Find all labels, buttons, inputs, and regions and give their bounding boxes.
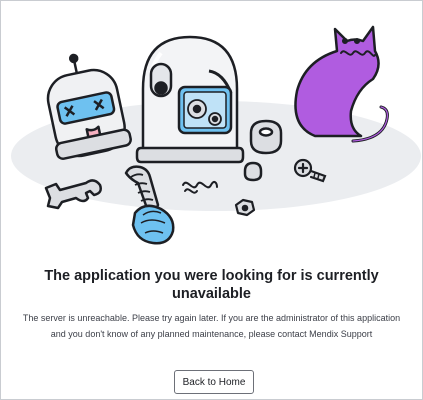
washer-icon <box>249 119 283 155</box>
error-page: The application you were looking for is … <box>0 0 423 400</box>
robot-body-icon <box>135 35 245 164</box>
back-to-home-button[interactable]: Back to Home <box>174 370 254 394</box>
nut-icon <box>234 198 256 217</box>
broken-robot-illustration <box>11 25 421 245</box>
error-message: The server is unreachable. Please try ag… <box>22 313 401 339</box>
cap-icon <box>243 161 263 182</box>
error-heading: The application you were looking for is … <box>44 268 379 302</box>
